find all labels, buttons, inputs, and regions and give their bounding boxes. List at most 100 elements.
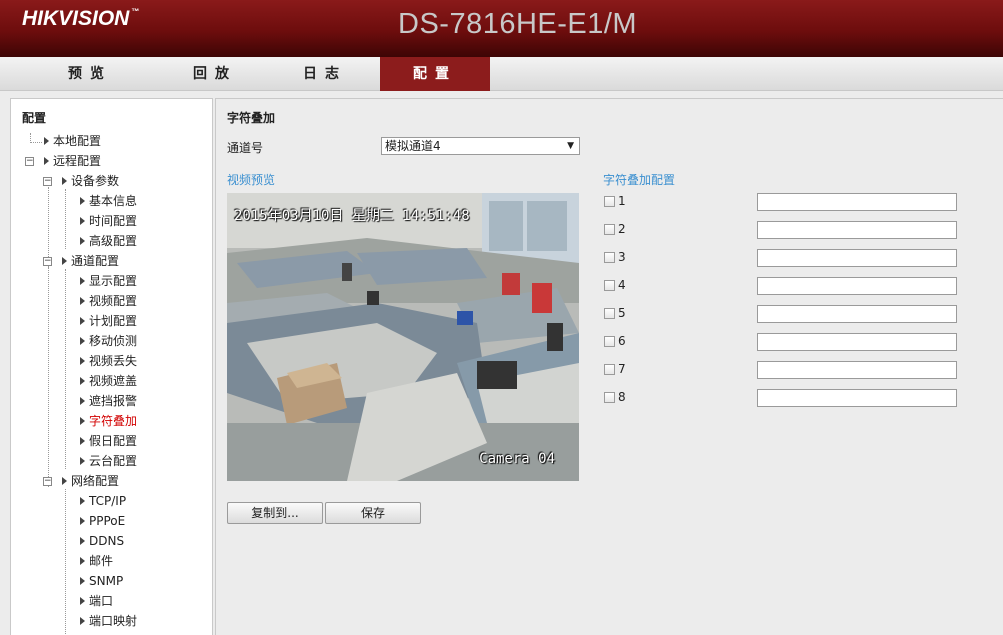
tab-playback[interactable]: 回放 xyxy=(160,57,270,91)
osd-row-label: 4 xyxy=(618,278,626,292)
sidebar-item-tcpip[interactable]: TCP/IP xyxy=(80,491,126,511)
osd-row-text-input[interactable] xyxy=(757,361,957,379)
sidebar-item-pppoe[interactable]: PPPoE xyxy=(80,511,125,531)
expand-arrow-icon xyxy=(80,377,85,385)
sidebar-item-local-config[interactable]: 本地配置 xyxy=(44,131,101,151)
sidebar-item-time-config[interactable]: 时间配置 xyxy=(80,211,137,231)
osd-row-label: 5 xyxy=(618,306,626,320)
osd-row-label: 7 xyxy=(618,362,626,376)
sidebar-item-network-config[interactable]: 网络配置 xyxy=(62,471,119,491)
expand-arrow-icon xyxy=(80,317,85,325)
osd-row-text-input[interactable] xyxy=(757,221,957,239)
tab-log[interactable]: 日志 xyxy=(270,57,380,91)
sidebar-item-schedule-config[interactable]: 计划配置 xyxy=(80,311,137,331)
sidebar-title: 配置 xyxy=(22,111,47,125)
tree-guide-line xyxy=(65,489,66,635)
collapse-icon[interactable]: − xyxy=(43,257,52,266)
expand-arrow-icon xyxy=(80,417,85,425)
osd-datetime-overlay: 2015年03月10日 星期二 14:51:48 xyxy=(234,208,470,224)
config-sidebar: 配置 − − − − 本地配置 远程配置 设备参数 基本信息 时间配置 高级配置… xyxy=(10,98,213,635)
sidebar-item-video-loss[interactable]: 视频丢失 xyxy=(80,351,137,371)
sidebar-item-ddns[interactable]: DDNS xyxy=(80,531,124,551)
main-nav: 预览 回放 日志 配置 xyxy=(0,57,1003,91)
sidebar-item-holiday-config[interactable]: 假日配置 xyxy=(80,431,137,451)
tree-guide-line xyxy=(65,189,66,249)
expand-arrow-icon xyxy=(80,197,85,205)
expand-arrow-icon xyxy=(80,277,85,285)
sidebar-item-channel-config[interactable]: 通道配置 xyxy=(62,251,119,271)
sidebar-item-snmp[interactable]: SNMP xyxy=(80,571,123,591)
copy-to-button[interactable]: 复制到... xyxy=(227,502,323,524)
expand-arrow-icon xyxy=(80,617,85,625)
save-button[interactable]: 保存 xyxy=(325,502,421,524)
expand-arrow-icon xyxy=(80,237,85,245)
osd-row-checkbox[interactable] xyxy=(604,364,615,375)
sidebar-item-text-overlay[interactable]: 字符叠加 xyxy=(80,411,137,431)
osd-row-checkbox[interactable] xyxy=(604,252,615,263)
expand-arrow-icon xyxy=(80,577,85,585)
sidebar-item-video-config[interactable]: 视频配置 xyxy=(80,291,137,311)
tab-configuration[interactable]: 配置 xyxy=(380,57,490,91)
camera-image xyxy=(227,193,579,481)
osd-row-checkbox[interactable] xyxy=(604,308,615,319)
sidebar-item-email[interactable]: 邮件 xyxy=(80,551,113,571)
sidebar-item-port[interactable]: 端口 xyxy=(80,591,113,611)
app-header: HIKVISION ™ DS-7816HE-E1/M xyxy=(0,0,1003,57)
expand-arrow-icon xyxy=(80,597,85,605)
expand-arrow-icon xyxy=(80,397,85,405)
sidebar-item-device-params[interactable]: 设备参数 xyxy=(62,171,119,191)
channel-select[interactable]: 模拟通道4 ▼ xyxy=(381,137,580,155)
osd-config-label: 字符叠加配置 xyxy=(603,173,676,187)
tree-guide-line xyxy=(65,269,66,469)
sidebar-item-basic-info[interactable]: 基本信息 xyxy=(80,191,137,211)
osd-row-checkbox[interactable] xyxy=(604,196,615,207)
osd-row-label: 1 xyxy=(618,194,626,208)
sidebar-item-remote-config[interactable]: 远程配置 xyxy=(44,151,101,171)
expand-arrow-icon xyxy=(80,537,85,545)
expand-arrow-icon xyxy=(80,497,85,505)
tree-guide-line xyxy=(30,142,42,143)
expand-arrow-icon xyxy=(80,457,85,465)
osd-row-checkbox[interactable] xyxy=(604,392,615,403)
osd-row-label: 8 xyxy=(618,390,626,404)
expand-arrow-icon xyxy=(80,437,85,445)
collapse-icon[interactable]: − xyxy=(25,157,34,166)
expand-arrow-icon xyxy=(62,257,67,265)
sidebar-item-ptz-config[interactable]: 云台配置 xyxy=(80,451,137,471)
expand-arrow-icon xyxy=(62,477,67,485)
osd-camera-name-overlay: Camera 04 xyxy=(479,451,555,467)
collapse-icon[interactable]: − xyxy=(43,477,52,486)
sidebar-item-port-mapping[interactable]: 端口映射 xyxy=(80,611,137,631)
sidebar-item-privacy-mask[interactable]: 视频遮盖 xyxy=(80,371,137,391)
osd-row-checkbox[interactable] xyxy=(604,336,615,347)
sidebar-item-tamper-alarm[interactable]: 遮挡报警 xyxy=(80,391,137,411)
sidebar-item-advanced-config[interactable]: 高级配置 xyxy=(80,231,137,251)
osd-row-checkbox[interactable] xyxy=(604,280,615,291)
osd-row-text-input[interactable] xyxy=(757,277,957,295)
osd-row-text-input[interactable] xyxy=(757,249,957,267)
device-model-title: DS-7816HE-E1/M xyxy=(398,8,638,40)
sidebar-item-motion-detection[interactable]: 移动侦测 xyxy=(80,331,137,351)
expand-arrow-icon xyxy=(80,297,85,305)
osd-row-label: 2 xyxy=(618,222,626,236)
osd-row-checkbox[interactable] xyxy=(604,224,615,235)
expand-arrow-icon xyxy=(80,337,85,345)
osd-row-label: 6 xyxy=(618,334,626,348)
dropdown-arrow-icon: ▼ xyxy=(567,141,574,151)
sidebar-item-display-config[interactable]: 显示配置 xyxy=(80,271,137,291)
expand-arrow-icon xyxy=(44,137,49,145)
expand-arrow-icon xyxy=(62,177,67,185)
collapse-icon[interactable]: − xyxy=(43,177,52,186)
tree-guide-line xyxy=(48,267,49,487)
channel-label: 通道号 xyxy=(227,141,264,155)
tab-preview[interactable]: 预览 xyxy=(35,57,145,91)
osd-row-text-input[interactable] xyxy=(757,193,957,211)
hikvision-logo: HIKVISION ™ xyxy=(22,7,140,30)
osd-row-text-input[interactable] xyxy=(757,333,957,351)
video-preview: 2015年03月10日 星期二 14:51:48 Camera 04 xyxy=(227,193,579,481)
osd-row-text-input[interactable] xyxy=(757,305,957,323)
video-preview-label: 视频预览 xyxy=(227,173,276,187)
expand-arrow-icon xyxy=(80,517,85,525)
osd-row-text-input[interactable] xyxy=(757,389,957,407)
page-title: 字符叠加 xyxy=(227,111,276,125)
